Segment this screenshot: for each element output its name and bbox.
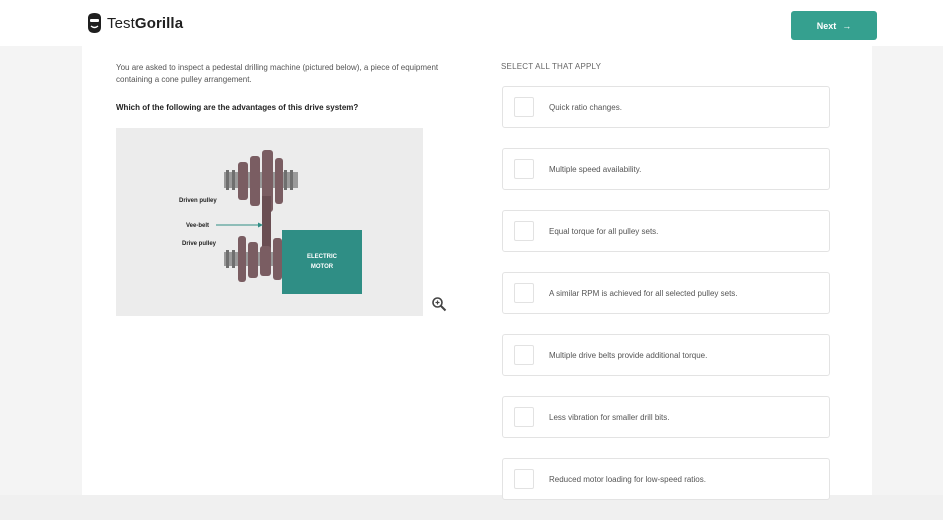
answer-option-label: Multiple drive belts provide additional … <box>549 350 708 360</box>
driven-pulley-label: Driven pulley <box>179 198 217 204</box>
motor-label-line2: MOTOR <box>311 264 334 270</box>
answer-option-2[interactable]: Multiple speed availability. <box>502 148 830 190</box>
answer-checkbox[interactable] <box>514 221 534 241</box>
answer-checkbox[interactable] <box>514 97 534 117</box>
answer-option-label: Multiple speed availability. <box>549 164 642 174</box>
answer-checkbox[interactable] <box>514 345 534 365</box>
answer-option-label: Less vibration for smaller drill bits. <box>549 412 670 422</box>
answer-option-label: Quick ratio changes. <box>549 102 622 112</box>
question-intro: You are asked to inspect a pedestal dril… <box>116 63 439 84</box>
answer-checkbox[interactable] <box>514 407 534 427</box>
arrow-right-icon: → <box>842 20 852 31</box>
electric-motor-shape <box>282 230 362 294</box>
answer-option-7[interactable]: Reduced motor loading for low-speed rati… <box>502 458 830 500</box>
answer-option-1[interactable]: Quick ratio changes. <box>502 86 830 128</box>
next-button-label: Next <box>816 20 837 31</box>
drive-pulley-label: Drive pulley <box>182 241 217 247</box>
pulley-diagram: ELECTRIC MOTOR Driven pulley Vee-belt Dr… <box>179 150 362 294</box>
answer-option-label: A similar RPM is achieved for all select… <box>549 288 738 298</box>
answer-checkbox[interactable] <box>514 283 534 303</box>
answer-option-label: Equal torque for all pulley sets. <box>549 226 659 236</box>
answer-option-label: Reduced motor loading for low-speed rati… <box>549 474 706 484</box>
answer-option-4[interactable]: A similar RPM is achieved for all select… <box>502 272 830 314</box>
gorilla-logo-icon <box>88 13 101 33</box>
drive-pulley-shape <box>238 236 282 282</box>
question-prompt: Which of the following are the advantage… <box>116 103 359 112</box>
pulley-diagram-image[interactable]: ELECTRIC MOTOR Driven pulley Vee-belt Dr… <box>116 128 423 316</box>
zoom-in-icon[interactable] <box>431 296 447 312</box>
next-button[interactable]: Next → <box>791 11 877 40</box>
select-all-instruction: SELECT ALL THAT APPLY <box>501 62 602 71</box>
answer-option-3[interactable]: Equal torque for all pulley sets. <box>502 210 830 252</box>
answer-option-6[interactable]: Less vibration for smaller drill bits. <box>502 396 830 438</box>
top-bar: TestGorilla Next → <box>0 0 943 46</box>
motor-label-line1: ELECTRIC <box>307 254 338 260</box>
testgorilla-logo[interactable]: TestGorilla <box>86 11 183 35</box>
logo-text: TestGorilla <box>107 14 184 32</box>
answer-checkbox[interactable] <box>514 469 534 489</box>
answer-option-5[interactable]: Multiple drive belts provide additional … <box>502 334 830 376</box>
vee-belt-label: Vee-belt <box>186 223 209 229</box>
answer-checkbox[interactable] <box>514 159 534 179</box>
